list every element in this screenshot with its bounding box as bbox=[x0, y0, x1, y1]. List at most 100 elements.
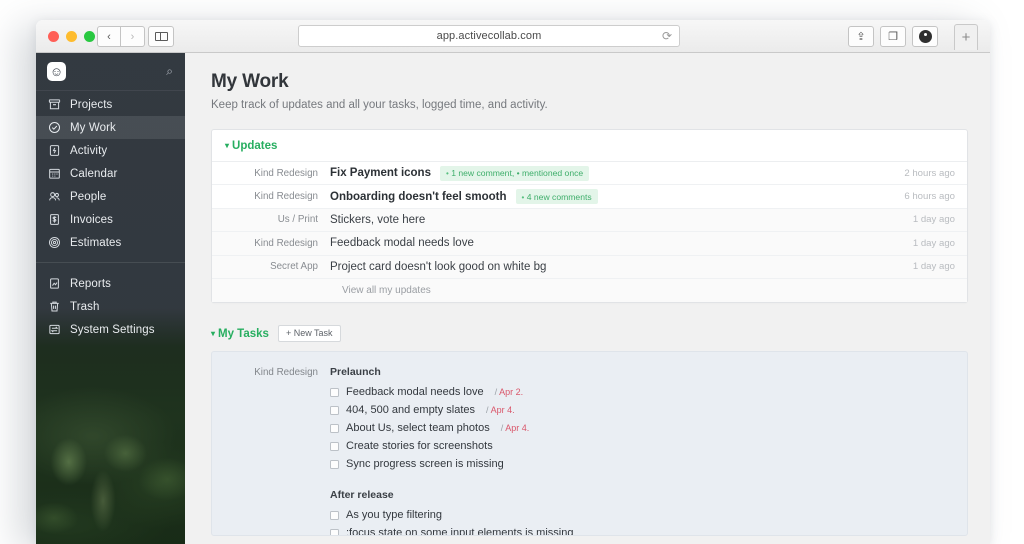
task-group-name: After release bbox=[330, 487, 967, 504]
sidebar-item-label: Activity bbox=[70, 145, 107, 157]
view-all-updates-link[interactable]: View all my updates bbox=[330, 285, 431, 296]
sidebar-header: ☺ ⌕ bbox=[36, 53, 185, 91]
share-button[interactable]: ⇪ bbox=[848, 26, 874, 47]
sidebar-item-activity[interactable]: Activity bbox=[36, 139, 185, 162]
due-separator: / bbox=[495, 387, 498, 397]
list-item[interactable]: As you type filtering bbox=[330, 506, 967, 524]
table-row[interactable]: Us / Print Stickers, vote here 1 day ago bbox=[212, 209, 967, 232]
list-item[interactable]: Create stories for screenshots bbox=[330, 437, 967, 455]
browser-window: ‹ › app.activecollab.com ⟳ ⇪ ❐ + ☺ bbox=[36, 20, 990, 544]
sidebar-item-people[interactable]: People bbox=[36, 185, 185, 208]
row-subject[interactable]: Stickers, vote here bbox=[330, 214, 425, 226]
sidebar-nav-secondary: Reports Trash Sy bbox=[36, 270, 185, 341]
reload-icon[interactable]: ⟳ bbox=[662, 30, 672, 43]
row-subject[interactable]: Feedback modal needs love bbox=[330, 237, 474, 249]
app-logo[interactable]: ☺ bbox=[47, 62, 66, 81]
list-item[interactable]: Sync progress screen is missing bbox=[330, 455, 967, 473]
sidebar-item-calendar[interactable]: Calendar bbox=[36, 162, 185, 185]
row-project: Kind Redesign bbox=[212, 168, 330, 179]
sidebar-nav-primary: Projects My Work bbox=[36, 91, 185, 254]
row-project: Kind Redesign bbox=[212, 238, 330, 249]
sidebar-item-label: Projects bbox=[70, 99, 112, 111]
sidebar-item-system-settings[interactable]: System Settings bbox=[36, 318, 185, 341]
task-label: Sync progress screen is missing bbox=[346, 458, 504, 470]
row-timestamp: 6 hours ago bbox=[904, 191, 955, 202]
updates-heading-label: Updates bbox=[232, 140, 277, 152]
new-tab-button[interactable]: + bbox=[954, 24, 978, 50]
sidebar-toggle-button[interactable] bbox=[148, 26, 174, 47]
tabs-overview-button[interactable]: ❐ bbox=[880, 26, 906, 47]
task-checkbox[interactable] bbox=[330, 442, 339, 451]
row-subject[interactable]: Project card doesn't look good on white … bbox=[330, 261, 546, 273]
task-checkbox[interactable] bbox=[330, 460, 339, 469]
forward-button[interactable]: › bbox=[121, 26, 145, 47]
table-row[interactable]: Secret App Project card doesn't look goo… bbox=[212, 256, 967, 279]
close-window-button[interactable] bbox=[48, 31, 59, 42]
sidebar-item-my-work[interactable]: My Work bbox=[36, 116, 185, 139]
row-timestamp: 2 hours ago bbox=[904, 168, 955, 179]
bullet-icon: • bbox=[522, 193, 525, 202]
minimize-window-button[interactable] bbox=[66, 31, 77, 42]
updates-list: Kind Redesign Fix Payment icons • 1 new … bbox=[212, 161, 967, 302]
row-project: Secret App bbox=[212, 261, 330, 272]
page-title: My Work bbox=[211, 71, 968, 93]
bullet-icon: • bbox=[446, 169, 449, 178]
sidebar-item-reports[interactable]: Reports bbox=[36, 272, 185, 295]
sidebar-item-label: Calendar bbox=[70, 168, 117, 180]
list-item[interactable]: About Us, select team photos / Apr 4. bbox=[330, 419, 967, 437]
sidebar-item-label: Estimates bbox=[70, 237, 121, 249]
row-subject[interactable]: Onboarding doesn't feel smooth bbox=[330, 191, 507, 203]
status-badge: • 1 new comment, • mentioned once bbox=[440, 166, 589, 181]
sidebar-item-label: People bbox=[70, 191, 106, 203]
list-item[interactable]: 404, 500 and empty slates / Apr 4. bbox=[330, 401, 967, 419]
logo-face-icon: ☺ bbox=[47, 62, 66, 81]
downloads-button[interactable] bbox=[912, 26, 938, 47]
task-checkbox[interactable] bbox=[330, 424, 339, 433]
task-label: :focus state on some input elements is m… bbox=[346, 527, 573, 536]
list-item[interactable]: :focus state on some input elements is m… bbox=[330, 524, 967, 536]
tasks-group: Kind Redesign Prelaunch Feedback modal n… bbox=[212, 364, 967, 536]
status-badge: • 4 new comments bbox=[516, 189, 598, 204]
task-label: About Us, select team photos bbox=[346, 422, 490, 434]
row-subject[interactable]: Fix Payment icons bbox=[330, 167, 431, 179]
task-checkbox[interactable] bbox=[330, 529, 339, 537]
due-separator: / bbox=[486, 405, 489, 415]
archive-icon bbox=[48, 98, 61, 111]
updates-header[interactable]: ▾Updates bbox=[212, 130, 967, 161]
list-item[interactable]: Feedback modal needs love / Apr 2. bbox=[330, 383, 967, 401]
main-content: My Work Keep track of updates and all yo… bbox=[185, 53, 990, 544]
sidebar-item-trash[interactable]: Trash bbox=[36, 295, 185, 318]
task-checkbox[interactable] bbox=[330, 388, 339, 397]
sidebar-item-label: Trash bbox=[70, 301, 99, 313]
new-task-button[interactable]: + New Task bbox=[278, 325, 341, 342]
row-timestamp: 1 day ago bbox=[913, 214, 955, 225]
sidebar-item-invoices[interactable]: Invoices bbox=[36, 208, 185, 231]
calendar-icon bbox=[48, 167, 61, 180]
back-button[interactable]: ‹ bbox=[97, 26, 121, 47]
due-label: Apr 2. bbox=[499, 387, 523, 397]
task-label: As you type filtering bbox=[346, 509, 442, 521]
tasks-panel: Kind Redesign Prelaunch Feedback modal n… bbox=[211, 351, 968, 536]
sidebar-item-projects[interactable]: Projects bbox=[36, 93, 185, 116]
table-row[interactable]: Kind Redesign Onboarding doesn't feel sm… bbox=[212, 185, 967, 208]
tasks-heading[interactable]: ▾My Tasks bbox=[211, 328, 269, 340]
task-checkbox[interactable] bbox=[330, 511, 339, 520]
row-project: Us / Print bbox=[212, 214, 330, 225]
tasks-project-label: Kind Redesign bbox=[212, 364, 330, 536]
maximize-window-button[interactable] bbox=[84, 31, 95, 42]
sidebar: ☺ ⌕ Projects bbox=[36, 53, 185, 544]
task-due-date: / Apr 4. bbox=[501, 423, 530, 433]
sidebar-item-estimates[interactable]: Estimates bbox=[36, 231, 185, 254]
badge-label: 4 new comments bbox=[527, 192, 592, 202]
table-row[interactable]: Kind Redesign Fix Payment icons • 1 new … bbox=[212, 162, 967, 185]
app-body: ☺ ⌕ Projects bbox=[36, 53, 990, 544]
tasks-heading-label: My Tasks bbox=[218, 328, 269, 340]
sidebar-panel-icon bbox=[155, 32, 168, 41]
address-bar[interactable]: app.activecollab.com ⟳ bbox=[298, 25, 680, 47]
table-row[interactable]: Kind Redesign Feedback modal needs love … bbox=[212, 232, 967, 255]
due-label: Apr 4. bbox=[505, 423, 529, 433]
task-checkbox[interactable] bbox=[330, 406, 339, 415]
search-icon[interactable]: ⌕ bbox=[166, 64, 173, 79]
view-all-updates-row[interactable]: View all my updates bbox=[212, 279, 967, 302]
due-separator: / bbox=[501, 423, 504, 433]
